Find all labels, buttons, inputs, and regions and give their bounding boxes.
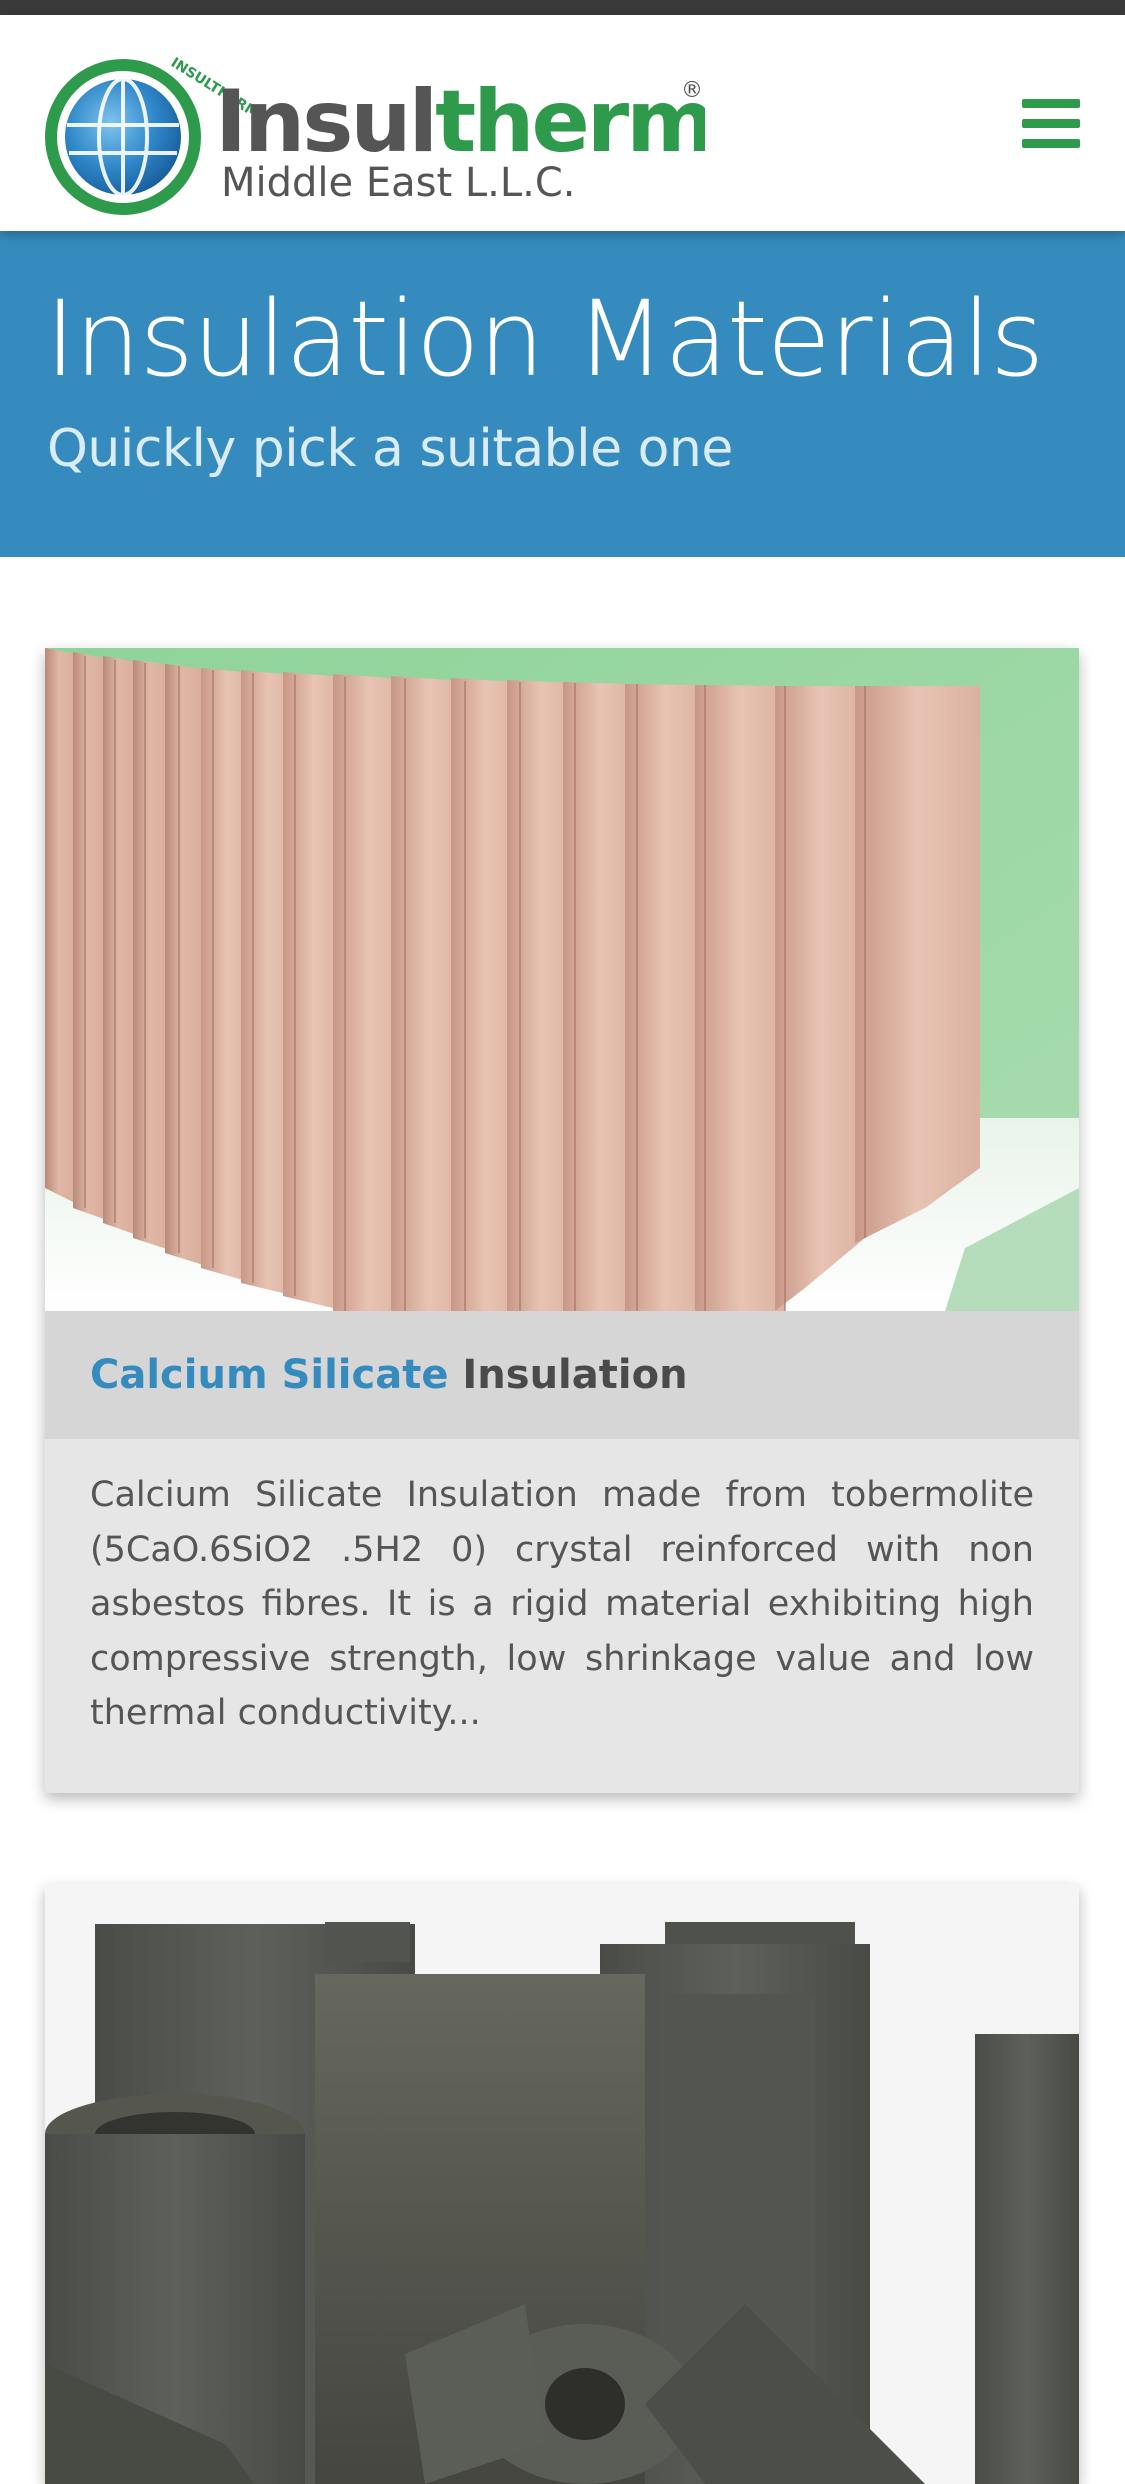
product-title-rest: Insulation [462,1352,688,1398]
logo-tagline: Middle East L.L.C. [221,160,576,206]
logo-word-insul: Insul [215,72,435,172]
svg-text:Insultherm: Insultherm [215,72,705,172]
page-title: Insulation Materials [45,278,1044,400]
product-image[interactable] [45,1884,1079,2484]
top-strip [0,0,1125,15]
product-card[interactable] [45,1884,1079,2484]
product-title-bar[interactable]: Calcium Silicate Insulation [45,1311,1079,1439]
product-image[interactable] [45,648,1079,1311]
product-title-accent: Calcium Silicate [90,1352,449,1398]
product-card[interactable]: Calcium Silicate Insulation Calcium Sili… [45,648,1079,1793]
insultherm-logo[interactable]: INSULTHERM Insultherm ® Middle East L.L.… [45,45,705,215]
logo-word-therm: therm [435,72,705,172]
page-hero: Insulation Materials Quickly pick a suit… [0,231,1125,557]
product-description: Calcium Silicate Insulation made from to… [90,1475,1034,1733]
site-header: INSULTHERM Insultherm ® Middle East L.L.… [0,15,1125,231]
menu-button[interactable] [1010,99,1094,169]
product-title[interactable]: Calcium Silicate Insulation [90,1349,688,1401]
page-subtitle: Quickly pick a suitable one [47,419,733,479]
logo-registered: ® [681,78,703,103]
